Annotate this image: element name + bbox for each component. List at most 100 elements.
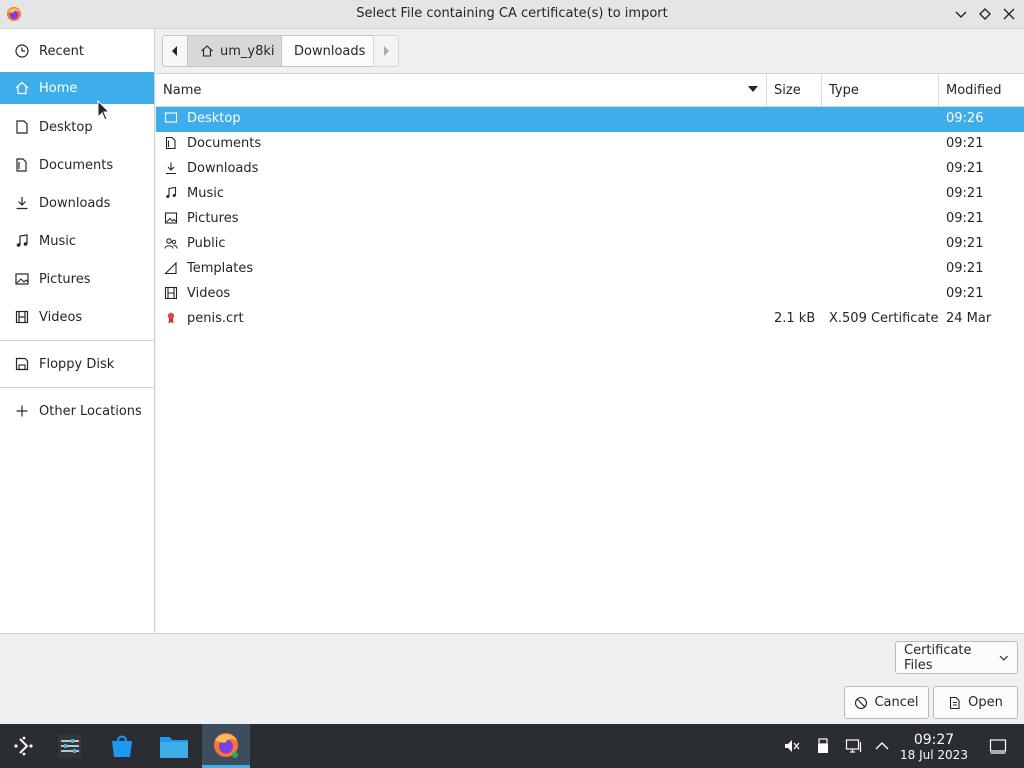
sidebar-item-downloads[interactable]: Downloads	[0, 187, 154, 219]
music-icon	[164, 186, 178, 200]
clock-time: 09:27	[913, 732, 955, 748]
close-button[interactable]	[1000, 5, 1018, 23]
floppy-icon	[14, 356, 30, 372]
column-header-size[interactable]: Size	[767, 74, 822, 107]
table-row[interactable]: Downloads 09:21	[156, 157, 1024, 182]
file-modified: 09:26	[946, 111, 984, 126]
usb-device-icon[interactable]	[813, 736, 833, 756]
pictures-icon	[164, 211, 178, 225]
sidebar-item-videos[interactable]: Videos	[0, 301, 154, 333]
table-row[interactable]: penis.crt 2.1 kB X.509 Certificate 24 Ma…	[156, 307, 1024, 332]
table-row[interactable]: Pictures 09:21	[156, 207, 1024, 232]
table-row[interactable]: Desktop 09:26	[156, 107, 1024, 132]
path-back-button[interactable]	[162, 35, 188, 67]
clock-date: 18 Jul 2023	[900, 748, 968, 762]
table-row[interactable]: Documents 09:21	[156, 132, 1024, 157]
folder-icon	[160, 737, 188, 758]
breadcrumb-downloads[interactable]: Downloads	[281, 35, 374, 67]
documents-icon	[14, 157, 30, 173]
sidebar-item-label: Downloads	[39, 195, 111, 211]
file-name: Templates	[187, 261, 254, 276]
sidebar-item-label: Music	[39, 233, 76, 249]
sidebar-item-documents[interactable]: Documents	[0, 149, 154, 181]
sidebar-item-pictures[interactable]: Pictures	[0, 263, 154, 295]
file-modified: 09:21	[946, 136, 984, 151]
column-label: Name	[163, 82, 202, 98]
breadcrumb-label: Downloads	[294, 43, 366, 59]
table-row[interactable]: Templates 09:21	[156, 257, 1024, 282]
home-icon	[200, 44, 214, 58]
sidebar-item-other-locations[interactable]: Other Locations	[0, 395, 154, 427]
maximize-button[interactable]	[976, 5, 994, 23]
file-modified: 09:21	[946, 211, 984, 226]
download-icon	[14, 195, 30, 211]
application-launcher-button[interactable]	[0, 724, 48, 768]
sidebar-item-floppy-disk[interactable]: Floppy Disk	[0, 348, 154, 380]
chevron-right-icon	[384, 46, 389, 56]
filter-label: Certificate Files	[904, 642, 972, 673]
taskbar-file-manager[interactable]	[150, 724, 198, 768]
document-open-icon	[948, 696, 962, 710]
table-row[interactable]: Public 09:21	[156, 232, 1024, 257]
taskbar-firefox[interactable]	[202, 724, 250, 768]
path-forward-button[interactable]	[373, 35, 399, 67]
volume-muted-icon[interactable]	[782, 736, 802, 756]
show-desktop-icon[interactable]	[988, 736, 1008, 756]
path-bar: um_y8ki Downloads	[155, 29, 1024, 73]
digital-clock[interactable]: 09:27 18 Jul 2023	[895, 732, 973, 762]
column-label: Size	[774, 82, 801, 98]
breadcrumb-home[interactable]: um_y8ki	[187, 35, 282, 67]
file-modified: 09:21	[946, 186, 984, 201]
taskbar-discover[interactable]	[98, 724, 146, 768]
sidebar-item-desktop[interactable]: Desktop	[0, 111, 154, 143]
cancel-label: Cancel	[874, 695, 919, 710]
chevron-up-icon[interactable]	[872, 736, 892, 756]
file-size: 2.1 kB	[774, 311, 816, 326]
file-modified: 09:21	[946, 286, 984, 301]
sidebar-divider	[0, 340, 154, 341]
mouse-cursor-icon	[97, 100, 111, 121]
open-button[interactable]: Open	[933, 686, 1018, 719]
file-name: penis.crt	[187, 311, 244, 326]
sidebar-item-music[interactable]: Music	[0, 225, 154, 257]
certificate-icon	[164, 311, 178, 325]
taskbar-settings[interactable]	[46, 724, 94, 768]
sidebar-item-label: Videos	[39, 309, 83, 325]
sidebar-item-recent[interactable]: Recent	[0, 35, 154, 67]
column-label: Type	[829, 82, 859, 98]
public-icon	[164, 236, 178, 250]
taskbar: 09:27 18 Jul 2023	[0, 724, 1024, 768]
home-icon	[14, 80, 30, 96]
cancel-button[interactable]: Cancel	[844, 686, 929, 719]
file-type-filter-select[interactable]: Certificate Files	[895, 641, 1018, 674]
desktop-icon	[164, 111, 178, 125]
plus-icon	[14, 403, 30, 419]
sidebar-item-label: Pictures	[39, 271, 91, 287]
launcher-icon	[14, 736, 33, 756]
network-icon[interactable]	[844, 736, 864, 756]
clock-icon	[14, 43, 30, 59]
file-name: Music	[187, 186, 224, 201]
minimize-button[interactable]	[952, 5, 970, 23]
sidebar-item-home[interactable]: Home	[0, 72, 154, 104]
file-type: X.509 Certificate	[829, 311, 939, 326]
column-header-name[interactable]: Name	[156, 74, 767, 107]
breadcrumb-label: um_y8ki	[220, 43, 275, 59]
file-name: Videos	[187, 286, 231, 301]
file-name: Downloads	[187, 161, 259, 176]
window-title: Select File containing CA certificate(s)…	[356, 6, 668, 21]
sidebar-divider	[0, 387, 154, 388]
table-row[interactable]: Music 09:21	[156, 182, 1024, 207]
table-row[interactable]: Videos 09:21	[156, 282, 1024, 307]
file-modified: 24 Mar	[946, 311, 992, 326]
column-header-modified[interactable]: Modified	[939, 74, 1024, 107]
file-modified: 09:21	[946, 236, 984, 251]
chevron-down-icon	[1000, 655, 1009, 661]
sidebar-item-label: Documents	[39, 157, 114, 173]
download-icon	[164, 161, 178, 175]
settings-icon	[58, 734, 82, 758]
firefox-icon	[214, 732, 238, 758]
column-header-type[interactable]: Type	[822, 74, 939, 107]
templates-icon	[164, 261, 178, 275]
file-modified: 09:21	[946, 261, 984, 276]
